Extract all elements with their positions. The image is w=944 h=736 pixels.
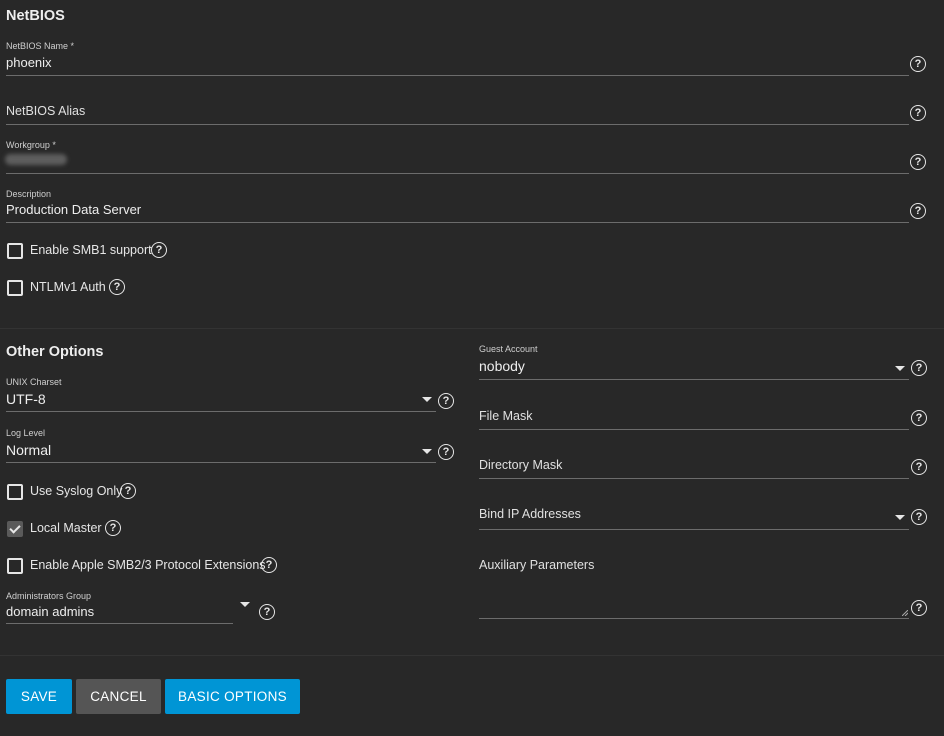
- save-button[interactable]: SAVE: [6, 679, 72, 714]
- file-mask-underline: [479, 429, 909, 430]
- admin-group-label: Administrators Group: [6, 591, 92, 601]
- unix-charset-underline: [6, 411, 436, 412]
- log-level-underline: [6, 462, 436, 463]
- admin-group-underline: [6, 623, 233, 624]
- file-mask-help-icon[interactable]: ?: [911, 410, 927, 426]
- log-level-select[interactable]: Normal: [6, 442, 51, 458]
- smb1-checkbox[interactable]: [7, 243, 23, 259]
- workgroup-underline: [6, 173, 909, 174]
- syslog-label: Use Syslog Only: [30, 484, 123, 498]
- guest-account-label: Guest Account: [479, 344, 538, 354]
- file-mask-input[interactable]: File Mask: [479, 409, 532, 423]
- netbios-name-input[interactable]: phoenix: [6, 55, 52, 70]
- log-level-help-icon[interactable]: ?: [438, 444, 454, 460]
- guest-account-help-icon[interactable]: ?: [911, 360, 927, 376]
- basic-options-button[interactable]: BASIC OPTIONS: [165, 679, 300, 714]
- netbios-alias-underline: [6, 124, 909, 125]
- admin-group-caret-icon[interactable]: [240, 602, 250, 607]
- guest-account-select[interactable]: nobody: [479, 358, 525, 374]
- admin-group-input[interactable]: domain admins: [6, 604, 94, 619]
- apple-extensions-help-icon[interactable]: ?: [261, 557, 277, 573]
- bind-ip-help-icon[interactable]: ?: [911, 509, 927, 525]
- local-master-checkbox[interactable]: [7, 521, 23, 537]
- bind-ip-underline: [479, 529, 909, 530]
- bind-ip-select[interactable]: Bind IP Addresses: [479, 507, 581, 521]
- ntlmv1-checkbox[interactable]: [7, 280, 23, 296]
- netbios-name-label: NetBIOS Name *: [6, 41, 75, 51]
- unix-charset-select[interactable]: UTF-8: [6, 391, 46, 407]
- ntlmv1-label: NTLMv1 Auth: [30, 280, 106, 294]
- apple-extensions-checkbox[interactable]: [7, 558, 23, 574]
- directory-mask-underline: [479, 478, 909, 479]
- unix-charset-help-icon[interactable]: ?: [438, 393, 454, 409]
- description-input[interactable]: Production Data Server: [6, 202, 141, 217]
- cancel-button[interactable]: CANCEL: [76, 679, 161, 714]
- directory-mask-help-icon[interactable]: ?: [911, 459, 927, 475]
- description-label: Description: [6, 189, 52, 199]
- guest-account-underline: [479, 379, 909, 380]
- auxiliary-parameters-help-icon[interactable]: ?: [911, 600, 927, 616]
- workgroup-help-icon[interactable]: ?: [910, 154, 926, 170]
- guest-account-caret-icon[interactable]: [895, 366, 905, 371]
- syslog-checkbox[interactable]: [7, 484, 23, 500]
- workgroup-label: Workgroup *: [6, 140, 56, 150]
- admin-group-help-icon[interactable]: ?: [259, 604, 275, 620]
- ntlmv1-help-icon[interactable]: ?: [109, 279, 125, 295]
- unix-charset-label: UNIX Charset: [6, 377, 62, 387]
- section-divider: [0, 328, 944, 329]
- actions-divider: [0, 655, 944, 656]
- resize-handle-icon[interactable]: [902, 610, 908, 616]
- netbios-alias-help-icon[interactable]: ?: [910, 105, 926, 121]
- smb1-help-icon[interactable]: ?: [151, 242, 167, 258]
- log-level-label: Log Level: [6, 428, 46, 438]
- description-underline: [6, 222, 909, 223]
- auxiliary-parameters-underline: [479, 618, 909, 619]
- directory-mask-input[interactable]: Directory Mask: [479, 458, 562, 472]
- smb1-label: Enable SMB1 support: [30, 243, 152, 257]
- auxiliary-parameters-textarea[interactable]: Auxiliary Parameters: [479, 558, 594, 572]
- bind-ip-caret-icon[interactable]: [895, 515, 905, 520]
- local-master-help-icon[interactable]: ?: [105, 520, 121, 536]
- unix-charset-caret-icon[interactable]: [422, 397, 432, 402]
- syslog-help-icon[interactable]: ?: [120, 483, 136, 499]
- workgroup-input[interactable]: [5, 154, 67, 165]
- local-master-label: Local Master: [30, 521, 102, 535]
- other-options-title: Other Options: [6, 344, 104, 360]
- netbios-name-help-icon[interactable]: ?: [910, 56, 926, 72]
- description-help-icon[interactable]: ?: [910, 203, 926, 219]
- netbios-section-title: NetBIOS: [6, 8, 65, 24]
- apple-extensions-label: Enable Apple SMB2/3 Protocol Extensions: [30, 558, 266, 572]
- netbios-alias-input[interactable]: NetBIOS Alias: [6, 104, 85, 118]
- log-level-caret-icon[interactable]: [422, 449, 432, 454]
- netbios-name-underline: [6, 75, 909, 76]
